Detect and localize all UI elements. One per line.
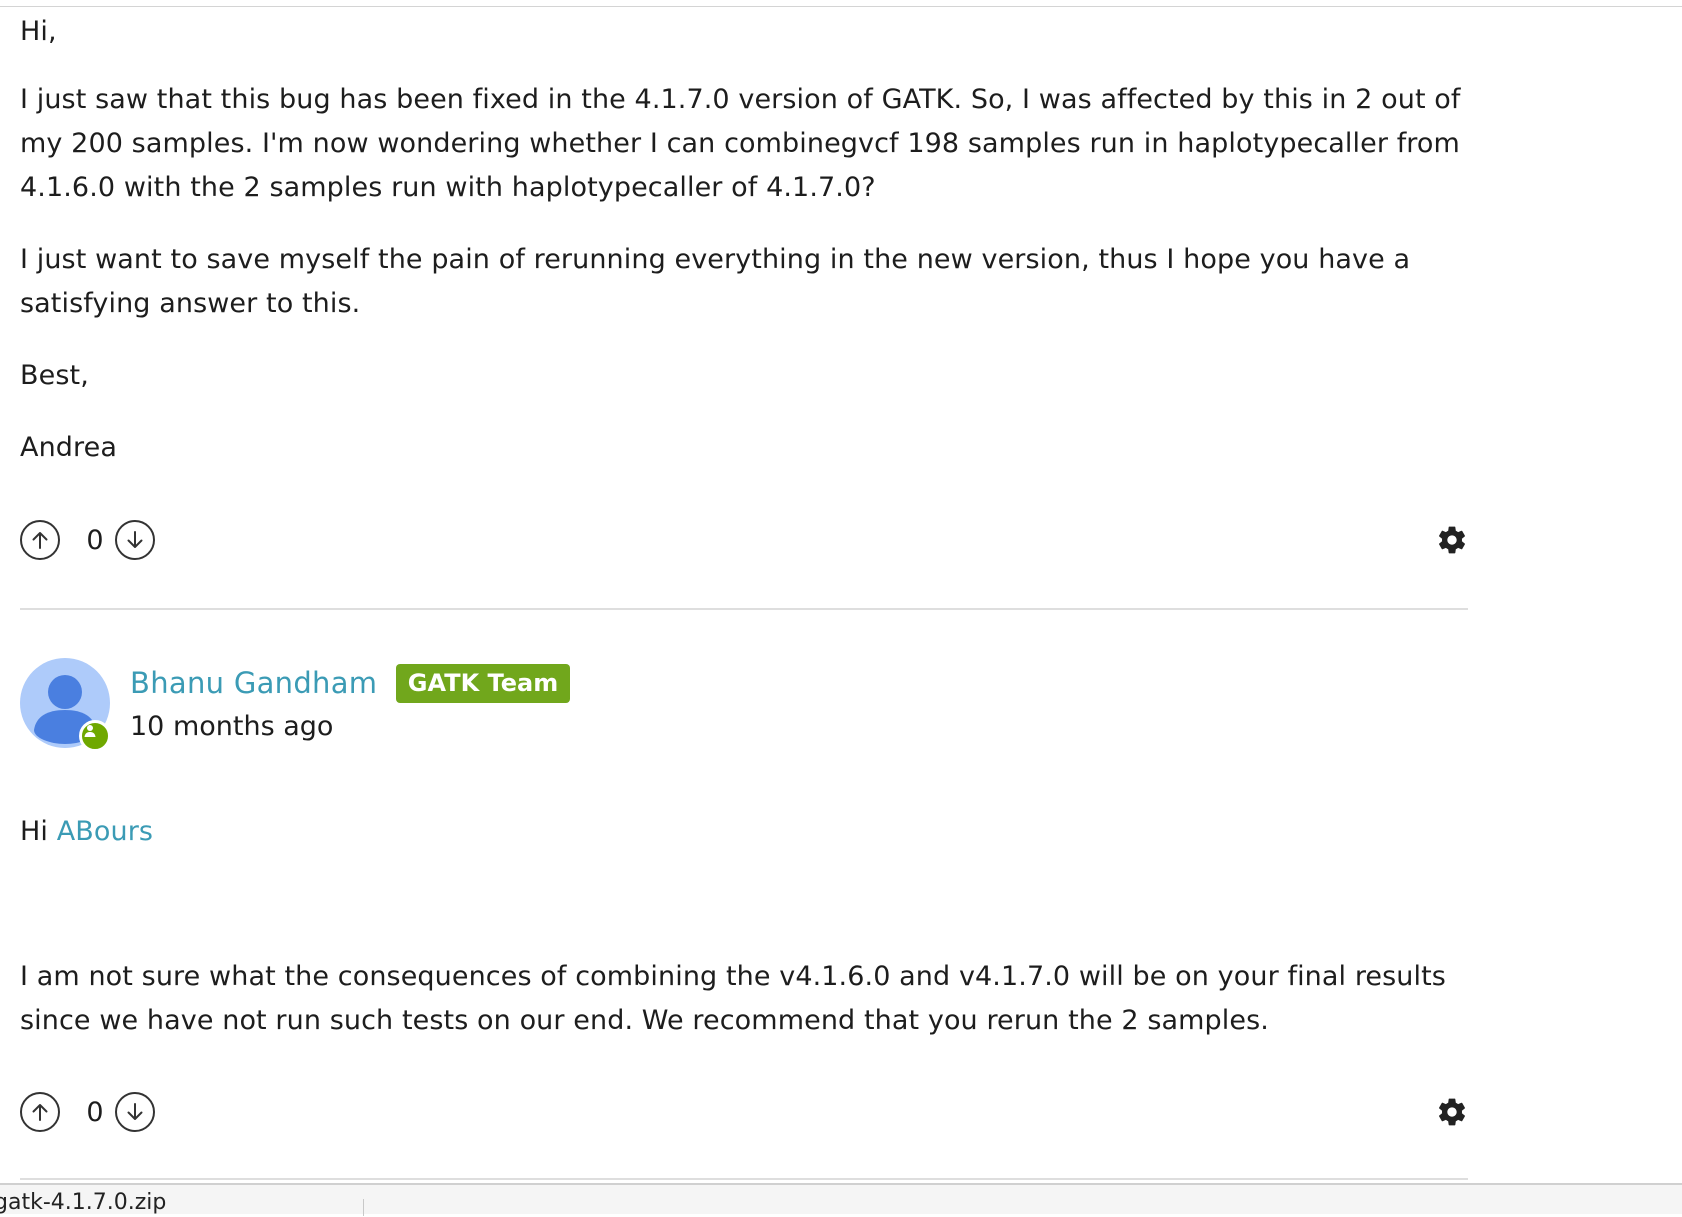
post1-vote-bar: 0 bbox=[20, 520, 1468, 566]
download-separator bbox=[363, 1199, 364, 1216]
post-timestamp: 10 months ago bbox=[130, 711, 334, 742]
download-bar: gatk-4.1.7.0.zip bbox=[0, 1183, 1682, 1217]
gear-icon[interactable] bbox=[1436, 524, 1468, 556]
downvote-button[interactable] bbox=[115, 520, 155, 560]
arrow-down-circle-icon bbox=[127, 531, 143, 548]
post2-greeting: Hi ABours bbox=[20, 810, 1470, 854]
upvote-button[interactable] bbox=[20, 1092, 60, 1132]
top-divider bbox=[0, 6, 1682, 7]
post1-signature: Andrea bbox=[20, 432, 117, 463]
mention-link[interactable]: ABours bbox=[57, 816, 153, 847]
author-name-link[interactable]: Bhanu Gandham bbox=[130, 664, 377, 702]
arrow-down-circle-icon bbox=[127, 1103, 143, 1120]
post-divider bbox=[20, 608, 1468, 610]
post1-paragraph-reason: I just want to save myself the pain of r… bbox=[20, 244, 1411, 319]
post-divider bbox=[20, 1178, 1468, 1180]
download-item[interactable]: gatk-4.1.7.0.zip bbox=[0, 1189, 166, 1217]
gear-icon[interactable] bbox=[1436, 1096, 1468, 1128]
team-badge: GATK Team bbox=[396, 664, 570, 703]
greeting-text: Hi bbox=[20, 816, 49, 847]
post1-paragraph-question: I just saw that this bug has been fixed … bbox=[20, 84, 1461, 203]
post1-signoff: Best, bbox=[20, 360, 89, 391]
arrow-up-circle-icon bbox=[32, 1104, 48, 1121]
vote-count: 0 bbox=[86, 525, 104, 556]
avatar[interactable] bbox=[20, 658, 111, 752]
arrow-up-circle-icon bbox=[32, 532, 48, 549]
vote-count: 0 bbox=[86, 1097, 104, 1128]
post1-greeting: Hi, bbox=[20, 16, 57, 47]
downvote-button[interactable] bbox=[115, 1092, 155, 1132]
post2-body: I am not sure what the consequences of c… bbox=[20, 961, 1446, 1036]
post2-vote-bar: 0 bbox=[20, 1092, 1468, 1138]
person-badge-icon bbox=[79, 720, 111, 752]
upvote-button[interactable] bbox=[20, 520, 60, 560]
